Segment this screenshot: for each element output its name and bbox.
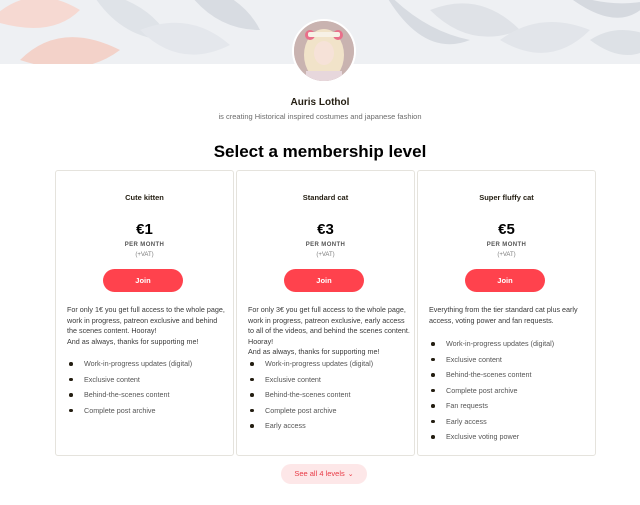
- benefit-item: Work-in-progress updates (digital): [429, 339, 591, 355]
- benefit-item: Work-in-progress updates (digital): [67, 359, 229, 375]
- benefit-item: Complete post archive: [67, 406, 229, 422]
- tier-description: For only 3€ you get full access to the w…: [248, 305, 410, 356]
- benefit-item: Behind-the-scenes content: [248, 390, 410, 406]
- benefits-list: Work-in-progress updates (digital) Exclu…: [248, 359, 410, 437]
- benefit-item: Exclusive content: [429, 355, 591, 371]
- tier-price: €5: [498, 221, 515, 238]
- tier-name: Cute kitten: [125, 193, 164, 202]
- benefit-item: Exclusive content: [248, 375, 410, 391]
- tier-period: PER MONTH: [305, 242, 346, 248]
- tier-name: Standard cat: [302, 193, 349, 202]
- join-button[interactable]: Join: [284, 269, 364, 292]
- tier-card-super-fluffy-cat: Super fluffy cat €5 PER MONTH (+VAT) Joi…: [417, 170, 596, 456]
- see-all-label: See all 4 levels: [294, 469, 345, 478]
- benefit-item: Behind-the-scenes content: [67, 390, 229, 406]
- benefits-list: Work-in-progress updates (digital) Exclu…: [67, 359, 229, 421]
- join-button[interactable]: Join: [465, 269, 545, 292]
- benefit-item: Complete post archive: [429, 386, 591, 402]
- creator-tagline: is creating Historical inspired costumes…: [218, 112, 422, 121]
- benefit-item: Exclusive content: [67, 375, 229, 391]
- page-title: Select a membership level: [213, 142, 427, 161]
- tier-price: €3: [317, 221, 334, 238]
- tier-price: €1: [136, 221, 153, 238]
- see-all-levels-button[interactable]: See all 4 levels ⌄: [281, 464, 367, 484]
- tier-vat: (+VAT): [497, 252, 516, 258]
- avatar-portrait-image: [294, 21, 354, 81]
- benefit-item: Exclusive voting power: [429, 432, 591, 448]
- benefit-item: Complete post archive: [248, 406, 410, 422]
- tier-description: Everything from the tier standard cat pl…: [429, 305, 578, 325]
- benefit-item: Behind-the-scenes content: [429, 370, 591, 386]
- tier-vat: (+VAT): [316, 252, 335, 258]
- join-button[interactable]: Join: [103, 269, 183, 292]
- tier-period: PER MONTH: [486, 242, 527, 248]
- benefit-item: Fan requests: [429, 401, 591, 417]
- chevron-down-icon: ⌄: [347, 471, 354, 478]
- tier-name: Super fluffy cat: [479, 193, 534, 202]
- benefits-list: Work-in-progress updates (digital) Exclu…: [429, 339, 591, 448]
- tier-vat: (+VAT): [135, 252, 154, 258]
- benefit-item: Early access: [248, 421, 410, 437]
- creator-avatar[interactable]: [292, 19, 356, 83]
- creator-name: Auris Lothol: [290, 97, 350, 108]
- tier-period: PER MONTH: [124, 242, 165, 248]
- benefit-item: Early access: [429, 417, 591, 433]
- tier-description: For only 1€ you get full access to the w…: [67, 305, 225, 346]
- benefit-item: Work-in-progress updates (digital): [248, 359, 410, 375]
- tier-card-standard-cat: Standard cat €3 PER MONTH (+VAT) Join Fo…: [236, 170, 415, 456]
- tier-card-cute-kitten: Cute kitten €1 PER MONTH (+VAT) Join For…: [55, 170, 234, 456]
